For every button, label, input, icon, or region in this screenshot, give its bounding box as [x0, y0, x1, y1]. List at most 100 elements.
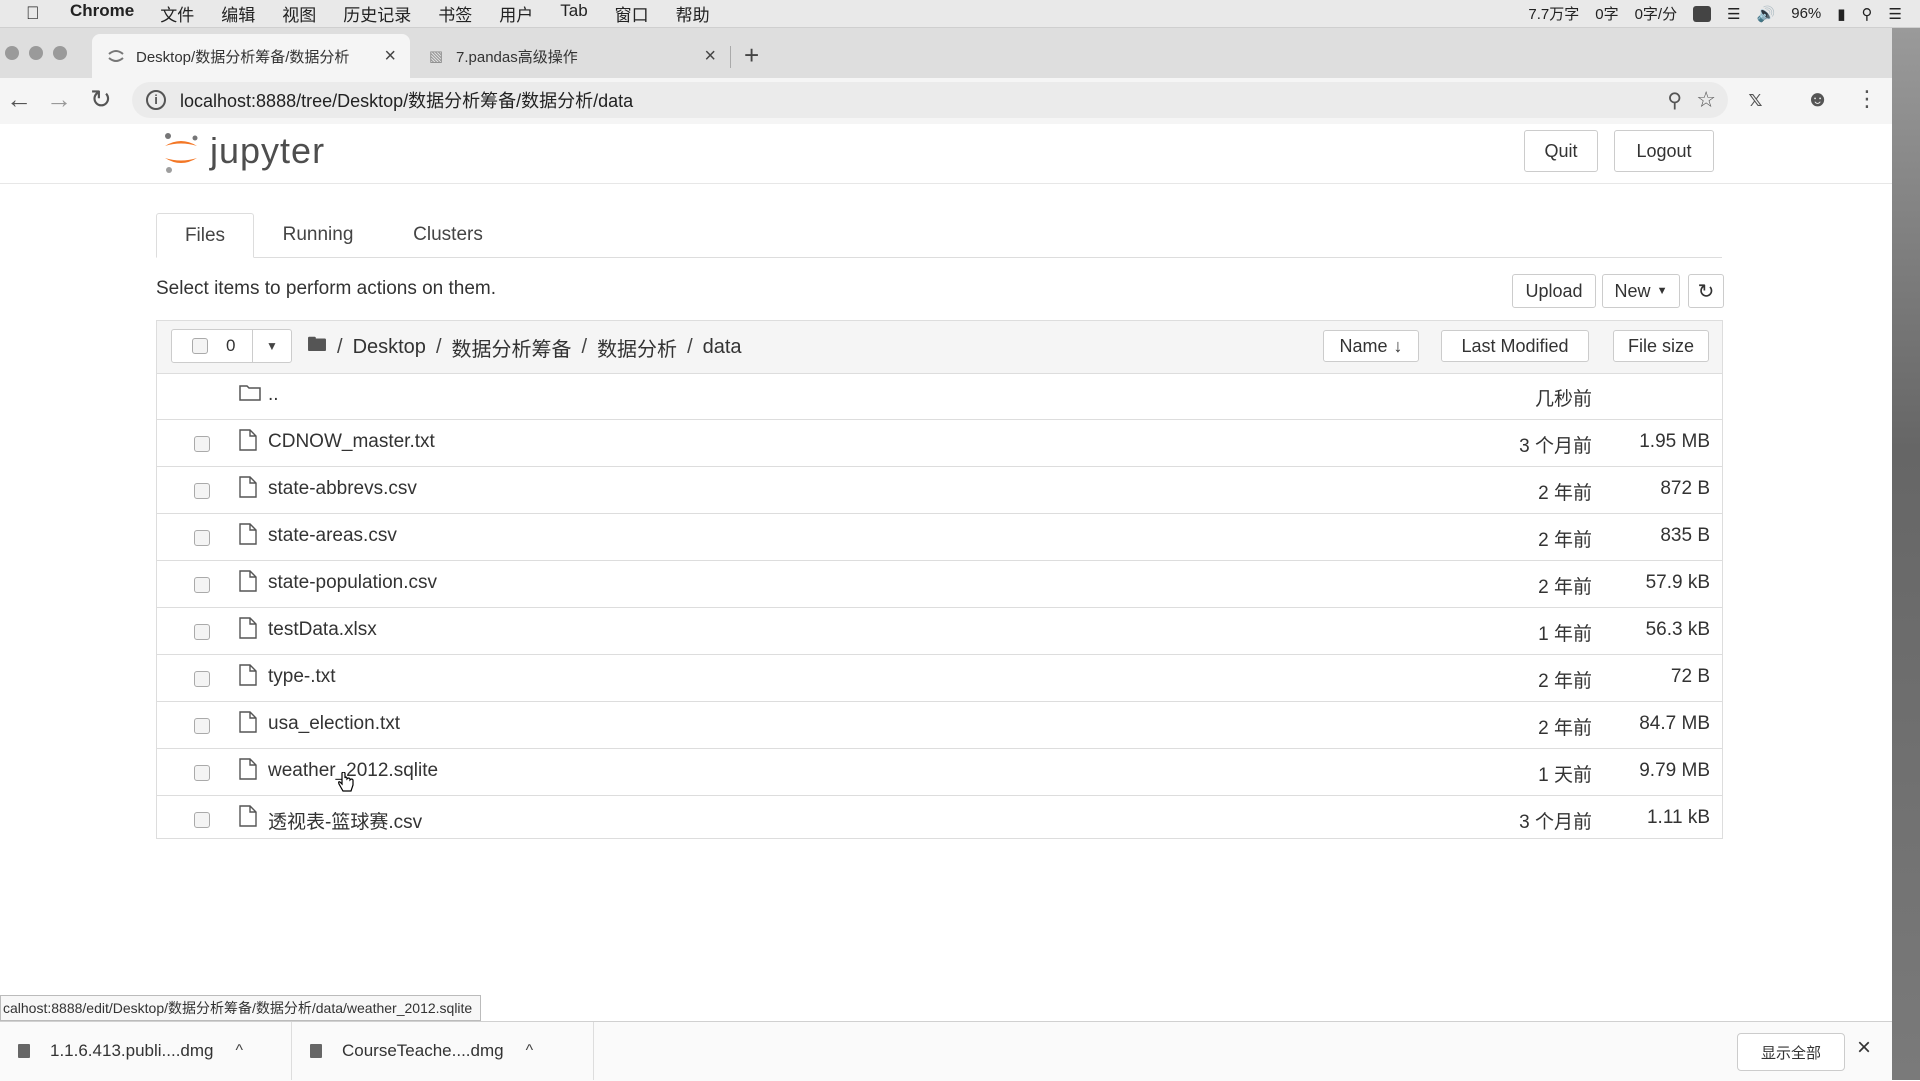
file-name[interactable]: .. — [268, 384, 279, 406]
file-name[interactable]: testData.xlsx — [268, 619, 377, 641]
file-checkbox[interactable] — [194, 765, 210, 781]
download-item[interactable]: CourseTeache....dmg ^ — [292, 1022, 594, 1080]
star-icon[interactable]: ☆ — [1696, 87, 1716, 113]
file-modified: 2 年前 — [1538, 530, 1592, 551]
list-item[interactable]: 透视表-篮球赛.csv 3 个月前 1.11 kB — [157, 796, 1722, 843]
breadcrumb-data[interactable]: data — [703, 336, 742, 359]
file-list-header: 0 ▼ 🖿 / Desktop / 数据分析筹备 / 数据分析 / data N… — [157, 321, 1722, 374]
file-checkbox[interactable] — [194, 812, 210, 828]
info-icon[interactable]: i — [146, 90, 166, 110]
minimize-window-button[interactable] — [29, 46, 43, 60]
menu-view[interactable]: 视图 — [282, 1, 316, 26]
new-tab-button[interactable]: + — [744, 40, 759, 71]
list-item-parent[interactable]: .. 几秒前 — [157, 373, 1722, 420]
file-name[interactable]: state-population.csv — [268, 572, 437, 594]
menu-people[interactable]: 用户 — [499, 1, 533, 26]
breadcrumb-prep[interactable]: 数据分析筹备 — [452, 333, 572, 362]
show-all-downloads-button[interactable]: 显示全部 — [1737, 1033, 1845, 1071]
jupyter-header: jupyter Quit Logout — [0, 124, 1892, 184]
refresh-icon[interactable]: ↻ — [1688, 274, 1724, 308]
upload-button[interactable]: Upload — [1512, 274, 1596, 308]
status-word-count[interactable]: 7.7万字 — [1528, 3, 1579, 24]
breadcrumb-analysis[interactable]: 数据分析 — [597, 333, 677, 362]
menu-history[interactable]: 历史记录 — [343, 1, 411, 26]
download-item[interactable]: 1.1.6.413.publi....dmg ^ — [0, 1022, 292, 1080]
chevron-up-icon[interactable]: ^ — [526, 1042, 534, 1060]
close-icon[interactable]: × — [384, 45, 396, 68]
tab-files[interactable]: Files — [156, 213, 254, 258]
profile-avatar-icon[interactable]: ☻ — [1806, 86, 1829, 112]
folder-icon[interactable]: 🖿 — [307, 330, 327, 364]
file-checkbox[interactable] — [194, 577, 210, 593]
menu-window[interactable]: 窗口 — [615, 1, 649, 26]
zoom-icon[interactable]: ⚲ — [1667, 88, 1682, 113]
file-checkbox[interactable] — [194, 483, 210, 499]
file-name[interactable]: CDNOW_master.txt — [268, 431, 435, 453]
url-text[interactable]: localhost:8888/tree/Desktop/数据分析筹备/数据分析/… — [180, 87, 633, 113]
file-icon — [239, 805, 257, 827]
list-item[interactable]: state-abbrevs.csv 2 年前 872 B — [157, 467, 1722, 514]
sort-modified-button[interactable]: Last Modified — [1441, 330, 1589, 362]
volume-icon[interactable]: 🔊 — [1757, 5, 1776, 23]
file-name[interactable]: state-abbrevs.csv — [268, 478, 417, 500]
file-name[interactable]: type-.txt — [268, 666, 336, 688]
file-checkbox[interactable] — [194, 624, 210, 640]
more-menu-icon[interactable]: ⋮ — [1856, 86, 1878, 112]
quit-button[interactable]: Quit — [1524, 130, 1598, 172]
close-icon[interactable]: × — [704, 45, 716, 68]
list-item[interactable]: state-population.csv 2 年前 57.9 kB — [157, 561, 1722, 608]
file-icon — [239, 429, 257, 451]
list-item[interactable]: CDNOW_master.txt 3 个月前 1.95 MB — [157, 420, 1722, 467]
list-item[interactable]: weather_2012.sqlite 1 天前 9.79 MB — [157, 749, 1722, 796]
file-checkbox[interactable] — [194, 436, 210, 452]
status-char-count[interactable]: 0字 — [1595, 3, 1618, 24]
list-item[interactable]: type-.txt 2 年前 72 B — [157, 655, 1722, 702]
file-checkbox[interactable] — [194, 671, 210, 687]
file-size: 9.79 MB — [1639, 760, 1710, 781]
tab-running[interactable]: Running — [266, 213, 370, 257]
reload-icon[interactable]: ↻ — [90, 84, 112, 115]
zoom-window-button[interactable] — [53, 46, 67, 60]
close-icon[interactable]: × — [1857, 1034, 1871, 1062]
browser-tab-active[interactable]: Desktop/数据分析筹备/数据分析 × — [92, 34, 410, 78]
menu-edit[interactable]: 编辑 — [221, 1, 255, 26]
logout-button[interactable]: Logout — [1614, 130, 1714, 172]
list-item[interactable]: usa_election.txt 2 年前 84.7 MB — [157, 702, 1722, 749]
status-speed[interactable]: 0字/分 — [1635, 3, 1678, 24]
browser-tab-inactive[interactable]: ▧ 7.pandas高级操作 × — [412, 34, 730, 78]
select-all-checkbox[interactable] — [192, 338, 208, 354]
jupyter-logo[interactable]: jupyter — [162, 130, 325, 173]
select-dropdown-button[interactable]: ▼ — [252, 329, 292, 363]
forward-arrow-icon[interactable]: → — [46, 84, 72, 115]
file-checkbox[interactable] — [194, 718, 210, 734]
menu-file[interactable]: 文件 — [160, 1, 194, 26]
close-window-button[interactable] — [5, 46, 19, 60]
menu-tab[interactable]: Tab — [560, 1, 587, 26]
spotlight-search-icon[interactable]: ⚲ — [1862, 5, 1873, 23]
file-name[interactable]: 透视表-篮球赛.csv — [268, 807, 422, 834]
notification-list-icon[interactable]: ☰ — [1889, 5, 1902, 23]
breadcrumb-desktop[interactable]: Desktop — [353, 336, 426, 359]
address-bar[interactable]: i localhost:8888/tree/Desktop/数据分析筹备/数据分… — [132, 82, 1728, 118]
menu-app-chrome[interactable]: Chrome — [70, 1, 134, 26]
chevron-up-icon[interactable]: ^ — [236, 1042, 244, 1060]
menubar-app-icon[interactable] — [1693, 5, 1712, 22]
new-dropdown-button[interactable]: New ▼ — [1602, 274, 1680, 308]
file-name[interactable]: state-areas.csv — [268, 525, 397, 547]
menu-help[interactable]: 帮助 — [676, 1, 710, 26]
file-name[interactable]: usa_election.txt — [268, 713, 400, 735]
wifi-icon[interactable]: ☰ — [1727, 5, 1740, 23]
battery-icon[interactable]: ▮ — [1837, 5, 1845, 23]
list-item[interactable]: state-areas.csv 2 年前 835 B — [157, 514, 1722, 561]
tab-clusters[interactable]: Clusters — [392, 213, 504, 257]
apple-icon[interactable]:  — [26, 3, 48, 24]
window-controls — [5, 46, 77, 60]
sort-size-button[interactable]: File size — [1613, 330, 1709, 362]
sort-name-button[interactable]: Name ↓ — [1323, 330, 1419, 362]
battery-percent[interactable]: 96% — [1791, 5, 1821, 22]
list-item[interactable]: testData.xlsx 1 年前 56.3 kB — [157, 608, 1722, 655]
back-arrow-icon[interactable]: ← — [6, 84, 32, 115]
extension-icon[interactable]: 𝕩 — [1748, 86, 1763, 112]
menu-bookmarks[interactable]: 书签 — [438, 1, 472, 26]
file-checkbox[interactable] — [194, 530, 210, 546]
